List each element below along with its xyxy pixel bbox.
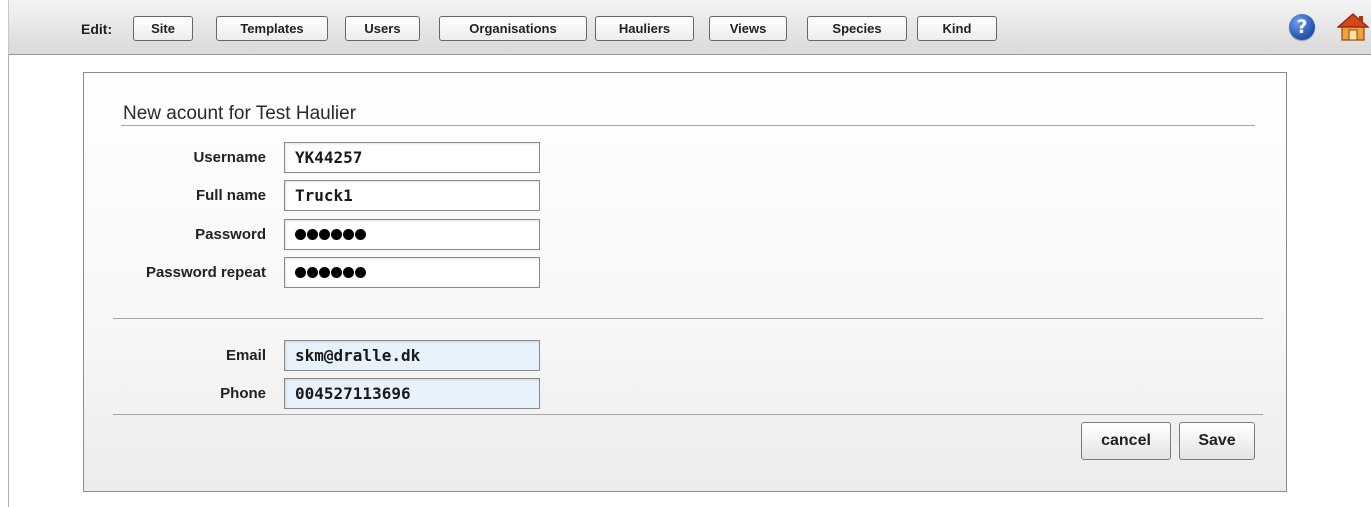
left-border-line: [8, 55, 9, 507]
full-name-field[interactable]: Truck1: [284, 180, 540, 211]
title-divider: [121, 125, 1255, 126]
edit-organisations-button[interactable]: Organisations: [439, 16, 587, 41]
edit-users-button[interactable]: Users: [345, 16, 420, 41]
top-toolbar: Edit: Site Templates Users Organisations…: [8, 0, 1371, 55]
form-title: New acount for Test Haulier: [123, 103, 357, 124]
phone-label: Phone: [220, 385, 266, 402]
password-repeat-field[interactable]: [284, 257, 540, 288]
section-divider: [113, 318, 1263, 319]
password-repeat-mask: [295, 267, 366, 278]
edit-hauliers-button[interactable]: Hauliers: [595, 16, 694, 41]
home-icon[interactable]: [1337, 12, 1369, 42]
edit-species-button[interactable]: Species: [807, 16, 907, 41]
save-button[interactable]: Save: [1179, 422, 1255, 460]
password-label: Password: [195, 226, 266, 243]
password-field[interactable]: [284, 219, 540, 250]
actions-divider: [113, 414, 1263, 415]
username-field[interactable]: YK44257: [284, 142, 540, 173]
cancel-button[interactable]: cancel: [1081, 422, 1171, 460]
phone-field[interactable]: 004527113696: [284, 378, 540, 409]
edit-kind-button[interactable]: Kind: [917, 16, 997, 41]
username-label: Username: [193, 149, 266, 166]
password-repeat-label: Password repeat: [145, 264, 266, 281]
page: Edit: Site Templates Users Organisations…: [0, 0, 1371, 507]
full-name-label: Full name: [195, 187, 266, 204]
email-label: Email: [225, 347, 266, 364]
help-icon[interactable]: ?: [1289, 14, 1315, 40]
password-mask: [295, 229, 366, 240]
email-field[interactable]: skm@dralle.dk: [284, 340, 540, 371]
edit-views-button[interactable]: Views: [709, 16, 787, 41]
edit-label: Edit:: [81, 21, 113, 37]
edit-templates-button[interactable]: Templates: [216, 16, 328, 41]
new-account-form: New acount for Test Haulier Username YK4…: [83, 72, 1287, 492]
edit-site-button[interactable]: Site: [133, 16, 193, 41]
